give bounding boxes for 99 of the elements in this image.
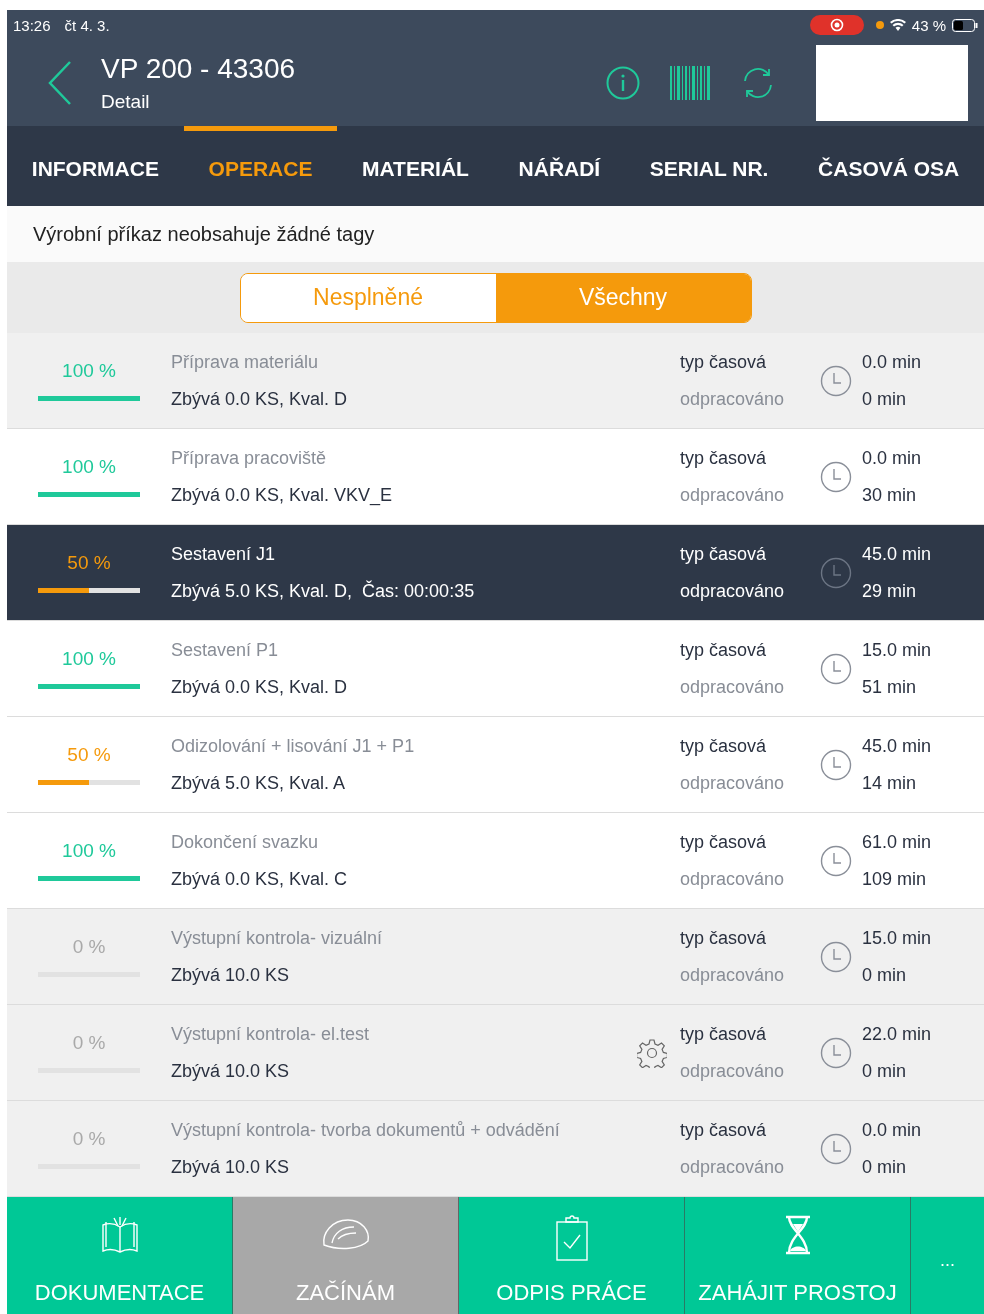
clock-icon bbox=[820, 748, 852, 781]
operation-detail: Zbývá 10.0 KS bbox=[171, 964, 291, 986]
clock-icon bbox=[820, 652, 852, 685]
status-time: 13:26 bbox=[13, 16, 51, 34]
planned-time: 45.0 min bbox=[862, 543, 933, 565]
page-subtitle: Detail bbox=[101, 91, 151, 113]
battery-icon bbox=[952, 18, 978, 32]
operation-name: Příprava materiálu bbox=[171, 351, 320, 373]
operation-detail: Zbývá 0.0 KS, Kval. VKV_E bbox=[171, 484, 394, 506]
battery-percent: 43 % bbox=[911, 16, 946, 34]
operation-type: typ časová bbox=[680, 351, 768, 373]
clock-icon bbox=[820, 940, 852, 973]
planned-time: 0.0 min bbox=[862, 447, 923, 469]
operation-type: typ časová bbox=[680, 735, 768, 757]
mic-dot-icon bbox=[875, 21, 884, 29]
worked-label: odpracováno bbox=[680, 964, 786, 986]
operation-detail: Zbývá 10.0 KS bbox=[171, 1060, 291, 1082]
operation-name: Odizolování + lisování J1 + P1 bbox=[171, 735, 416, 757]
progress-percent: 50 % bbox=[67, 552, 111, 574]
hourglass-icon bbox=[783, 1215, 812, 1255]
worked-label: odpracováno bbox=[680, 1060, 786, 1082]
barcode-icon[interactable] bbox=[670, 66, 710, 100]
clock-icon bbox=[820, 460, 852, 493]
clock-icon bbox=[820, 364, 852, 397]
operation-type: typ časová bbox=[680, 447, 768, 469]
worked-label: odpracováno bbox=[680, 676, 786, 698]
operation-type: typ časová bbox=[680, 543, 768, 565]
operation-detail: Zbývá 0.0 KS, Kval. C bbox=[171, 868, 349, 890]
operation-name: Výstupní kontrola- tvorba dokumentů + odvádění bbox=[171, 1119, 561, 1141]
worked-label: odpracováno bbox=[680, 868, 786, 890]
worked-time: 0 min bbox=[862, 964, 907, 986]
tab[interactable]: ČASOVÁ OSA bbox=[793, 126, 984, 206]
operation-detail: Zbývá 0.0 KS, Kval. D bbox=[171, 676, 349, 698]
status-date: čt 4. 3. bbox=[64, 16, 110, 34]
worked-label: odpracováno bbox=[680, 580, 786, 602]
operation-type: typ časová bbox=[680, 927, 768, 949]
page-title: VP 200 - 43306 bbox=[101, 53, 297, 85]
planned-time: 45.0 min bbox=[862, 735, 933, 757]
clock-icon bbox=[820, 844, 852, 877]
progress-percent: 100 % bbox=[62, 456, 116, 478]
book-icon bbox=[99, 1215, 140, 1255]
progress-percent: 0 % bbox=[72, 1032, 106, 1054]
clock-icon bbox=[820, 556, 852, 589]
tab[interactable]: NÁŘADÍ bbox=[493, 126, 625, 206]
operation-name: Výstupní kontrola- el.test bbox=[171, 1023, 371, 1045]
worked-time: 51 min bbox=[862, 676, 918, 698]
operation-name: Dokončení svazku bbox=[171, 831, 320, 853]
operation-detail: Zbývá 5.0 KS, Kval. D, Čas: 00:00:35 bbox=[171, 580, 476, 602]
tab[interactable]: SERIAL NR. bbox=[625, 126, 794, 206]
tab[interactable]: INFORMACE bbox=[7, 126, 184, 206]
operation-row[interactable]: 0 % Výstupní kontrola- tvorba dokumentů + odvádění Zbývá 10.0 KS typ časová odpracováno 0.0 min 0 min bbox=[7, 1101, 984, 1197]
operation-row[interactable]: 0 % Výstupní kontrola- el.test Zbývá 10.0 KS typ časová odpracováno 22.0 min 0 min bbox=[7, 1005, 984, 1101]
operation-name: Sestavení J1 bbox=[171, 543, 277, 565]
operation-name: Sestavení P1 bbox=[171, 639, 280, 661]
clock-icon bbox=[820, 1132, 852, 1165]
operation-row[interactable]: 0 % Výstupní kontrola- vizuální Zbývá 10.0 KS typ časová odpracováno 15.0 min 0 min bbox=[7, 909, 984, 1005]
progress-percent: 0 % bbox=[72, 1128, 106, 1150]
wifi-icon bbox=[889, 19, 906, 31]
operation-row[interactable]: 50 % Sestavení J1 Zbývá 5.0 KS, Kval. D, Čas: 00:00:35 typ časová odpracováno 45.0 min 29 min bbox=[7, 525, 984, 621]
progress-percent: 100 % bbox=[62, 840, 116, 862]
operation-name: Příprava pracoviště bbox=[171, 447, 328, 469]
planned-time: 0.0 min bbox=[862, 1119, 923, 1141]
operation-type: typ časová bbox=[680, 639, 768, 661]
worked-time: 14 min bbox=[862, 772, 918, 794]
worked-label: odpracováno bbox=[680, 388, 786, 410]
worked-time: 30 min bbox=[862, 484, 918, 506]
worked-time: 0 min bbox=[862, 1060, 907, 1082]
planned-time: 61.0 min bbox=[862, 831, 933, 853]
operation-name: Výstupní kontrola- vizuální bbox=[171, 927, 384, 949]
operation-detail: Zbývá 0.0 KS, Kval. D bbox=[171, 388, 349, 410]
worked-time: 0 min bbox=[862, 1156, 907, 1178]
worked-time: 29 min bbox=[862, 580, 918, 602]
tag-message: Výrobní příkaz neobsahuje žádné tagy bbox=[7, 206, 984, 262]
operation-detail: Zbývá 10.0 KS bbox=[171, 1156, 291, 1178]
planned-time: 15.0 min bbox=[862, 639, 933, 661]
progress-percent: 100 % bbox=[62, 360, 116, 382]
recording-indicator bbox=[809, 15, 864, 35]
worked-label: odpracováno bbox=[680, 772, 786, 794]
operation-row[interactable]: 100 % Příprava materiálu Zbývá 0.0 KS, Kval. D typ časová odpracováno 0.0 min 0 min bbox=[7, 333, 984, 429]
operation-type: typ časová bbox=[680, 1023, 768, 1045]
operation-type: typ časová bbox=[680, 831, 768, 853]
planned-time: 15.0 min bbox=[862, 927, 933, 949]
worked-label: odpracováno bbox=[680, 1156, 786, 1178]
back-icon[interactable] bbox=[47, 60, 73, 106]
operation-detail: Zbývá 5.0 KS, Kval. A bbox=[171, 772, 347, 794]
info-icon[interactable] bbox=[606, 66, 640, 100]
worked-time: 109 min bbox=[862, 868, 928, 890]
progress-percent: 50 % bbox=[67, 744, 111, 766]
progress-percent: 100 % bbox=[62, 648, 116, 670]
progress-percent: 0 % bbox=[72, 936, 106, 958]
planned-time: 0.0 min bbox=[862, 351, 923, 373]
clock-icon bbox=[820, 1036, 852, 1069]
planned-time: 22.0 min bbox=[862, 1023, 933, 1045]
worked-label: odpracováno bbox=[680, 484, 786, 506]
clipboard-check-icon bbox=[554, 1215, 589, 1261]
gear-icon[interactable] bbox=[637, 1037, 667, 1068]
tab[interactable]: MATERIÁL bbox=[337, 126, 494, 206]
worked-time: 0 min bbox=[862, 388, 907, 410]
operation-type: typ časová bbox=[680, 1119, 768, 1141]
